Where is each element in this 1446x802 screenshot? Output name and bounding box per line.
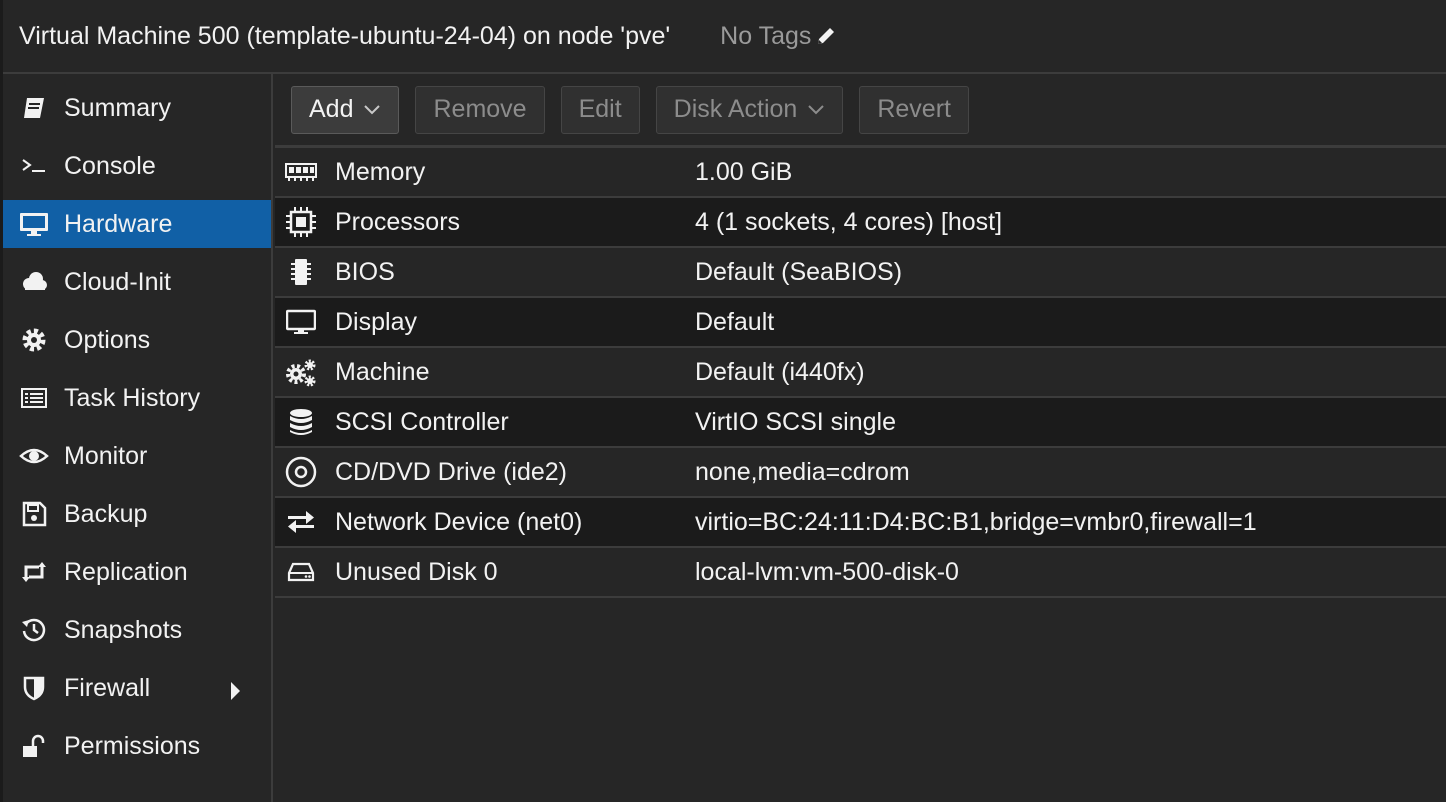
list-icon xyxy=(19,383,49,413)
hardware-name: Network Device (net0) xyxy=(335,507,583,536)
sidebar-item-monitor[interactable]: Monitor xyxy=(3,432,271,480)
disk-action-button[interactable]: Disk Action xyxy=(655,85,844,134)
toolbar: Add Remove Edit Disk Action Revert xyxy=(275,74,1446,148)
hardware-panel: Add Remove Edit Disk Action Revert Memor… xyxy=(275,74,1446,802)
revert-button-label: Revert xyxy=(877,95,951,123)
eye-icon xyxy=(19,441,49,471)
hardware-name: Memory xyxy=(335,157,426,186)
table-row[interactable]: Processors 4 (1 sockets, 4 cores) [host] xyxy=(275,198,1446,248)
sidebar-item-label: Backup xyxy=(64,499,148,528)
add-button-label: Add xyxy=(309,95,354,123)
sidebar-item-options[interactable]: Options xyxy=(3,316,271,364)
hardware-value: virtio=BC:24:11:D4:BC:B1,bridge=vmbr0,fi… xyxy=(695,507,1257,536)
microchip-icon xyxy=(281,252,321,292)
sidebar-item-hardware[interactable]: Hardware xyxy=(3,200,271,248)
hardware-value: Default xyxy=(695,307,775,336)
pencil-icon[interactable] xyxy=(815,25,837,47)
hardware-name: BIOS xyxy=(335,257,395,286)
chevron-down-icon xyxy=(808,104,825,114)
terminal-icon xyxy=(19,151,49,181)
sidebar-nav: Summary Console Hardware Cloud-Init Opti… xyxy=(3,74,273,802)
sidebar-item-label: Replication xyxy=(64,557,188,586)
sidebar-item-replication[interactable]: Replication xyxy=(3,548,271,596)
table-row[interactable]: Machine Default (i440fx) xyxy=(275,348,1446,398)
desktop-icon xyxy=(19,209,49,239)
table-row[interactable]: CD/DVD Drive (ide2) none,media=cdrom xyxy=(275,448,1446,498)
sidebar-item-label: Snapshots xyxy=(64,615,183,644)
exchange-icon xyxy=(281,502,321,542)
hardware-value: local-lvm:vm-500-disk-0 xyxy=(695,557,959,586)
cogs-icon xyxy=(281,352,321,392)
sidebar-item-label: Firewall xyxy=(64,673,151,702)
disk-action-button-label: Disk Action xyxy=(673,95,798,123)
sidebar-item-label: Permissions xyxy=(64,731,201,760)
floppy-icon xyxy=(19,499,49,529)
table-row[interactable]: Network Device (net0) virtio=BC:24:11:D4… xyxy=(275,498,1446,548)
sidebar-item-snapshots[interactable]: Snapshots xyxy=(3,606,271,654)
edit-button-label: Edit xyxy=(578,95,622,123)
hardware-name: Machine xyxy=(335,357,430,386)
hardware-name: Unused Disk 0 xyxy=(335,557,498,586)
cloud-icon xyxy=(19,267,49,297)
hardware-value: Default (SeaBIOS) xyxy=(695,257,903,286)
hardware-name: Processors xyxy=(335,207,461,236)
history-icon xyxy=(19,615,49,645)
desktop-icon xyxy=(281,302,321,342)
remove-button[interactable]: Remove xyxy=(415,85,545,134)
cpu-icon xyxy=(281,202,321,242)
retweet-icon xyxy=(19,557,49,587)
gear-icon xyxy=(19,325,49,355)
sidebar-item-label: Console xyxy=(64,151,156,180)
table-row[interactable]: Memory 1.00 GiB xyxy=(275,148,1446,198)
hardware-value: VirtIO SCSI single xyxy=(695,407,897,436)
sidebar-item-label: Cloud-Init xyxy=(64,267,171,296)
sidebar-item-permissions[interactable]: Permissions xyxy=(3,722,271,770)
hardware-value: Default (i440fx) xyxy=(695,357,865,386)
revert-button[interactable]: Revert xyxy=(859,85,969,134)
table-row[interactable]: BIOS Default (SeaBIOS) xyxy=(275,248,1446,298)
hardware-name: CD/DVD Drive (ide2) xyxy=(335,457,567,486)
hardware-value: 4 (1 sockets, 4 cores) [host] xyxy=(695,207,1003,236)
tags-editor[interactable]: No Tags xyxy=(720,22,837,51)
hdd-icon xyxy=(281,552,321,592)
add-button[interactable]: Add xyxy=(291,85,400,134)
caret-right-icon[interactable] xyxy=(229,679,241,708)
memory-icon xyxy=(281,152,321,192)
remove-button-label: Remove xyxy=(433,95,527,123)
app-window: Virtual Machine 500 (template-ubuntu-24-… xyxy=(0,0,1446,802)
sidebar-item-label: Hardware xyxy=(64,209,173,238)
hardware-name: SCSI Controller xyxy=(335,407,509,436)
sidebar-item-task-history[interactable]: Task History xyxy=(3,374,271,422)
hardware-grid: Memory 1.00 GiB Processors 4 (1 sockets,… xyxy=(275,148,1446,598)
table-row[interactable]: Display Default xyxy=(275,298,1446,348)
sidebar-item-label: Summary xyxy=(64,93,171,122)
shield-icon xyxy=(19,673,49,703)
sidebar-item-firewall[interactable]: Firewall xyxy=(3,664,271,712)
sidebar-item-cloud-init[interactable]: Cloud-Init xyxy=(3,258,271,306)
sidebar-item-label: Task History xyxy=(64,383,201,412)
hardware-value: 1.00 GiB xyxy=(695,157,793,186)
title-bar: Virtual Machine 500 (template-ubuntu-24-… xyxy=(3,0,1446,74)
sidebar-item-label: Monitor xyxy=(64,441,148,470)
unlock-icon xyxy=(19,731,49,761)
table-row[interactable]: Unused Disk 0 local-lvm:vm-500-disk-0 xyxy=(275,548,1446,598)
cdrom-icon xyxy=(281,452,321,492)
sidebar-item-summary[interactable]: Summary xyxy=(3,84,271,132)
table-row[interactable]: SCSI Controller VirtIO SCSI single xyxy=(275,398,1446,448)
hardware-name: Display xyxy=(335,307,417,336)
database-icon xyxy=(281,402,321,442)
book-icon xyxy=(19,93,49,123)
tags-label: No Tags xyxy=(720,21,812,50)
sidebar-item-console[interactable]: Console xyxy=(3,142,271,190)
edit-button[interactable]: Edit xyxy=(560,85,640,134)
chevron-down-icon xyxy=(364,104,381,114)
page-title: Virtual Machine 500 (template-ubuntu-24-… xyxy=(19,21,671,50)
sidebar-item-backup[interactable]: Backup xyxy=(3,490,271,538)
hardware-value: none,media=cdrom xyxy=(695,457,910,486)
sidebar-item-label: Options xyxy=(64,325,151,354)
